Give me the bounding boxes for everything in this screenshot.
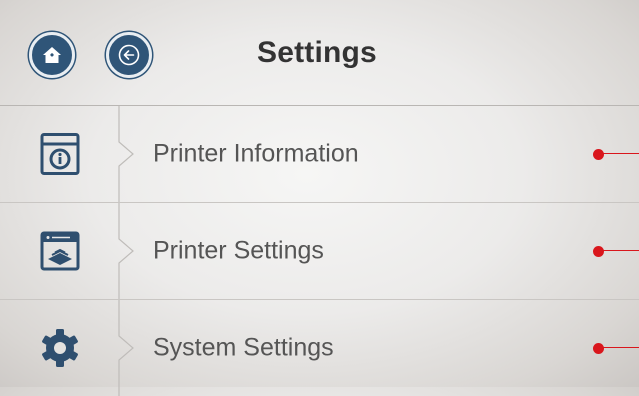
header-bar: Settings: [0, 0, 639, 105]
menu-item-system-settings[interactable]: System Settings: [0, 300, 639, 396]
page-title: Settings: [257, 36, 377, 69]
indicator-dot: [593, 246, 604, 257]
home-button[interactable]: [29, 32, 75, 78]
back-button[interactable]: [106, 32, 152, 78]
indicator-line: [603, 347, 639, 348]
info-panel-icon: [40, 133, 80, 175]
chevron-right-icon: [118, 106, 134, 202]
menu-item-icon-cell: [0, 106, 120, 202]
print-bed-icon: [40, 231, 80, 271]
menu-item-label: System Settings: [153, 333, 334, 362]
gear-icon: [42, 329, 78, 367]
indicator-line: [603, 153, 639, 154]
menu-item-label: Printer Settings: [153, 236, 324, 265]
menu-item-icon-cell: [0, 300, 120, 396]
menu-item-printer-information[interactable]: Printer Information: [0, 106, 639, 202]
menu-item-icon-cell: [0, 203, 120, 299]
chevron-right-icon: [118, 203, 134, 299]
indicator-dot: [593, 343, 604, 354]
indicator-line: [603, 250, 639, 251]
home-icon: [43, 47, 61, 63]
menu-item-label: Printer Information: [153, 139, 359, 168]
indicator-dot: [593, 149, 604, 160]
menu-item-printer-settings[interactable]: Printer Settings: [0, 203, 639, 299]
chevron-right-icon: [118, 300, 134, 396]
arrow-left-icon: [118, 44, 140, 66]
